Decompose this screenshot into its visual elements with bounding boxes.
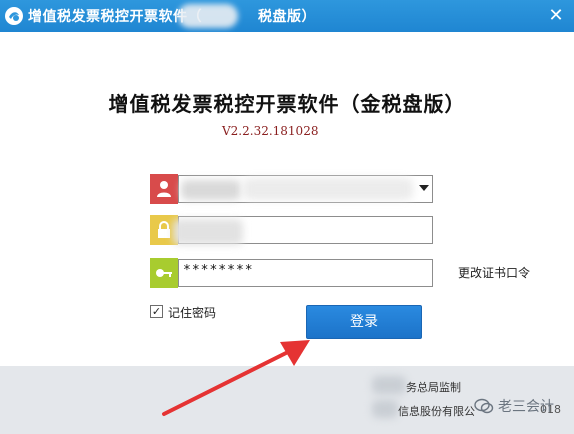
- login-button[interactable]: 登录: [306, 305, 422, 339]
- red-arrow-annotation: [162, 340, 310, 416]
- certificate-password-value: ********: [183, 263, 254, 278]
- password-field[interactable]: [173, 216, 433, 245]
- username-select[interactable]: [178, 175, 433, 203]
- change-certificate-password-link[interactable]: 更改证书口令: [458, 264, 530, 281]
- remember-password-checkbox[interactable]: ✓: [150, 305, 163, 318]
- page-title: 增值税发票税控开票软件（金税盘版）: [108, 92, 466, 116]
- footer-supervisor-text: 务总局监制: [406, 381, 461, 394]
- user-icon: [150, 174, 178, 204]
- redacted-title-area: [178, 4, 238, 28]
- app-logo-icon: [5, 7, 23, 25]
- redacted-footer-2: [372, 400, 398, 418]
- key-icon: [150, 258, 178, 288]
- redacted-username: [181, 180, 241, 200]
- certificate-password-field[interactable]: ********: [178, 259, 433, 287]
- watermark-text: 老三会计: [498, 399, 554, 415]
- redacted-username-ext: [243, 178, 413, 200]
- chevron-down-icon[interactable]: [419, 185, 429, 191]
- title-bar: 增值税发票税控开票软件（ 税盘版） ✕: [0, 0, 574, 32]
- wechat-watermark-icon: [474, 398, 494, 414]
- redacted-footer-1: [372, 376, 406, 394]
- footer-company-text: 信息股份有限公: [398, 405, 475, 418]
- redacted-password: [173, 219, 243, 245]
- remember-password-label[interactable]: 记住密码: [168, 304, 216, 321]
- close-button[interactable]: ✕: [546, 6, 566, 26]
- window-title: 增值税发票税控开票软件（ 税盘版）: [28, 9, 316, 25]
- version-label: V2.2.32.181028: [222, 124, 319, 138]
